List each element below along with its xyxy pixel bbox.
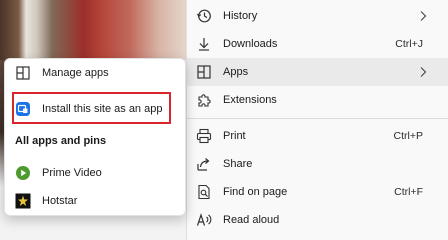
find-icon — [198, 184, 210, 200]
menu-item-label: Print — [223, 130, 246, 142]
menu-item-shortcut: Ctrl+J — [395, 38, 423, 50]
app-item-prime-video[interactable]: Prime Video — [5, 159, 187, 187]
print-icon — [196, 128, 212, 144]
menu-item-label: Downloads — [223, 38, 278, 50]
prime-video-icon — [16, 166, 30, 180]
chevron-right-icon — [420, 67, 427, 77]
read-aloud-icon — [196, 213, 212, 226]
install-site-label: Install this site as an app — [42, 103, 163, 115]
menu-item-shortcut: Ctrl+P — [393, 130, 423, 142]
download-icon — [199, 38, 209, 51]
hotstar-icon — [15, 193, 31, 209]
menu-item-extensions[interactable]: Extensions — [187, 86, 448, 114]
share-icon — [197, 158, 210, 171]
manage-apps-label: Manage apps — [42, 67, 109, 79]
app-label: Prime Video — [42, 167, 102, 179]
menu-item-label: Extensions — [223, 94, 277, 106]
menu-item-downloads[interactable]: Downloads Ctrl+J — [187, 30, 448, 58]
install-site-as-app-item[interactable]: Install this site as an app — [5, 94, 187, 122]
menu-item-share[interactable]: Share — [187, 150, 448, 178]
menu-item-print[interactable]: Print Ctrl+P — [187, 122, 448, 150]
apps-icon — [16, 66, 30, 80]
menu-item-label: Read aloud — [223, 214, 280, 226]
app-item-hotstar[interactable]: Hotstar — [5, 187, 187, 215]
menu-item-apps[interactable]: Apps — [187, 58, 448, 86]
chevron-right-icon — [420, 11, 427, 21]
menu-item-find-on-page[interactable]: Find on page Ctrl+F — [187, 178, 448, 206]
browser-settings-menu: History Downloads Ctrl+J Apps Extensions — [186, 0, 448, 240]
menu-item-label: History — [223, 10, 258, 22]
menu-item-label: Find on page — [223, 186, 288, 198]
menu-item-label: Share — [223, 158, 253, 170]
menu-item-shortcut: Ctrl+F — [394, 186, 423, 198]
app-label: Hotstar — [42, 195, 78, 207]
menu-item-label: Apps — [223, 66, 249, 78]
extensions-icon — [198, 94, 211, 107]
install-app-icon — [16, 102, 30, 116]
manage-apps-item[interactable]: Manage apps — [5, 59, 187, 87]
apps-flyout-menu: Manage apps Install this site as an app … — [4, 58, 186, 216]
all-apps-section-title: All apps and pins — [15, 135, 107, 147]
apps-icon — [197, 65, 211, 79]
menu-item-read-aloud[interactable]: Read aloud — [187, 206, 448, 234]
menu-separator — [187, 118, 448, 119]
menu-item-history[interactable]: History — [187, 2, 448, 30]
page-background-photo — [0, 0, 186, 60]
history-icon — [196, 9, 211, 23]
